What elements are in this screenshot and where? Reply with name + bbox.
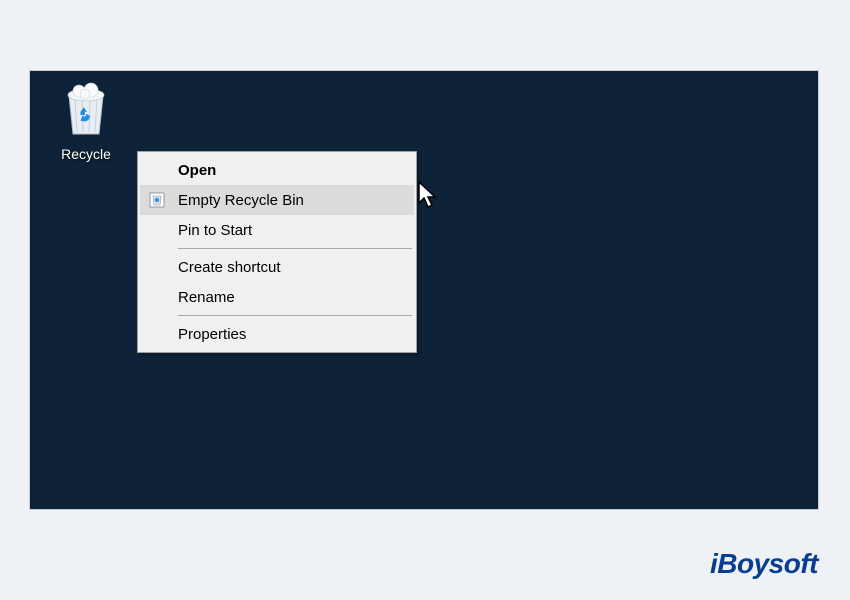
- recycle-bin-label: Recycle: [61, 146, 111, 162]
- recycle-bin-icon: [61, 82, 111, 138]
- menu-separator: [178, 315, 412, 316]
- menu-item-properties[interactable]: Properties: [140, 319, 414, 349]
- menu-item-label: Rename: [178, 289, 235, 306]
- context-menu: Open Empty Recycle Bin Pin to Start: [137, 151, 417, 353]
- menu-separator: [178, 248, 412, 249]
- menu-item-rename[interactable]: Rename: [140, 282, 414, 312]
- recycle-bin-desktop-icon[interactable]: Recycle: [51, 82, 121, 162]
- menu-item-label: Properties: [178, 326, 246, 343]
- menu-item-label: Pin to Start: [178, 222, 252, 239]
- menu-item-pin-to-start[interactable]: Pin to Start: [140, 215, 414, 245]
- recycle-bin-small-icon: [148, 191, 166, 209]
- menu-item-empty-recycle-bin[interactable]: Empty Recycle Bin: [140, 185, 414, 215]
- desktop-area[interactable]: Recycle Open Empty Recycle Bin Pin to St…: [30, 71, 818, 509]
- brand-text: iBoysoft: [710, 548, 818, 579]
- brand-logo: iBoysoft: [710, 548, 818, 580]
- menu-item-label: Create shortcut: [178, 259, 281, 276]
- menu-item-create-shortcut[interactable]: Create shortcut: [140, 252, 414, 282]
- desktop-window: Recycle Open Empty Recycle Bin Pin to St…: [29, 70, 819, 510]
- mouse-cursor-icon: [418, 181, 440, 216]
- menu-item-open[interactable]: Open: [140, 155, 414, 185]
- menu-item-label: Empty Recycle Bin: [178, 192, 304, 209]
- menu-item-label: Open: [178, 162, 216, 179]
